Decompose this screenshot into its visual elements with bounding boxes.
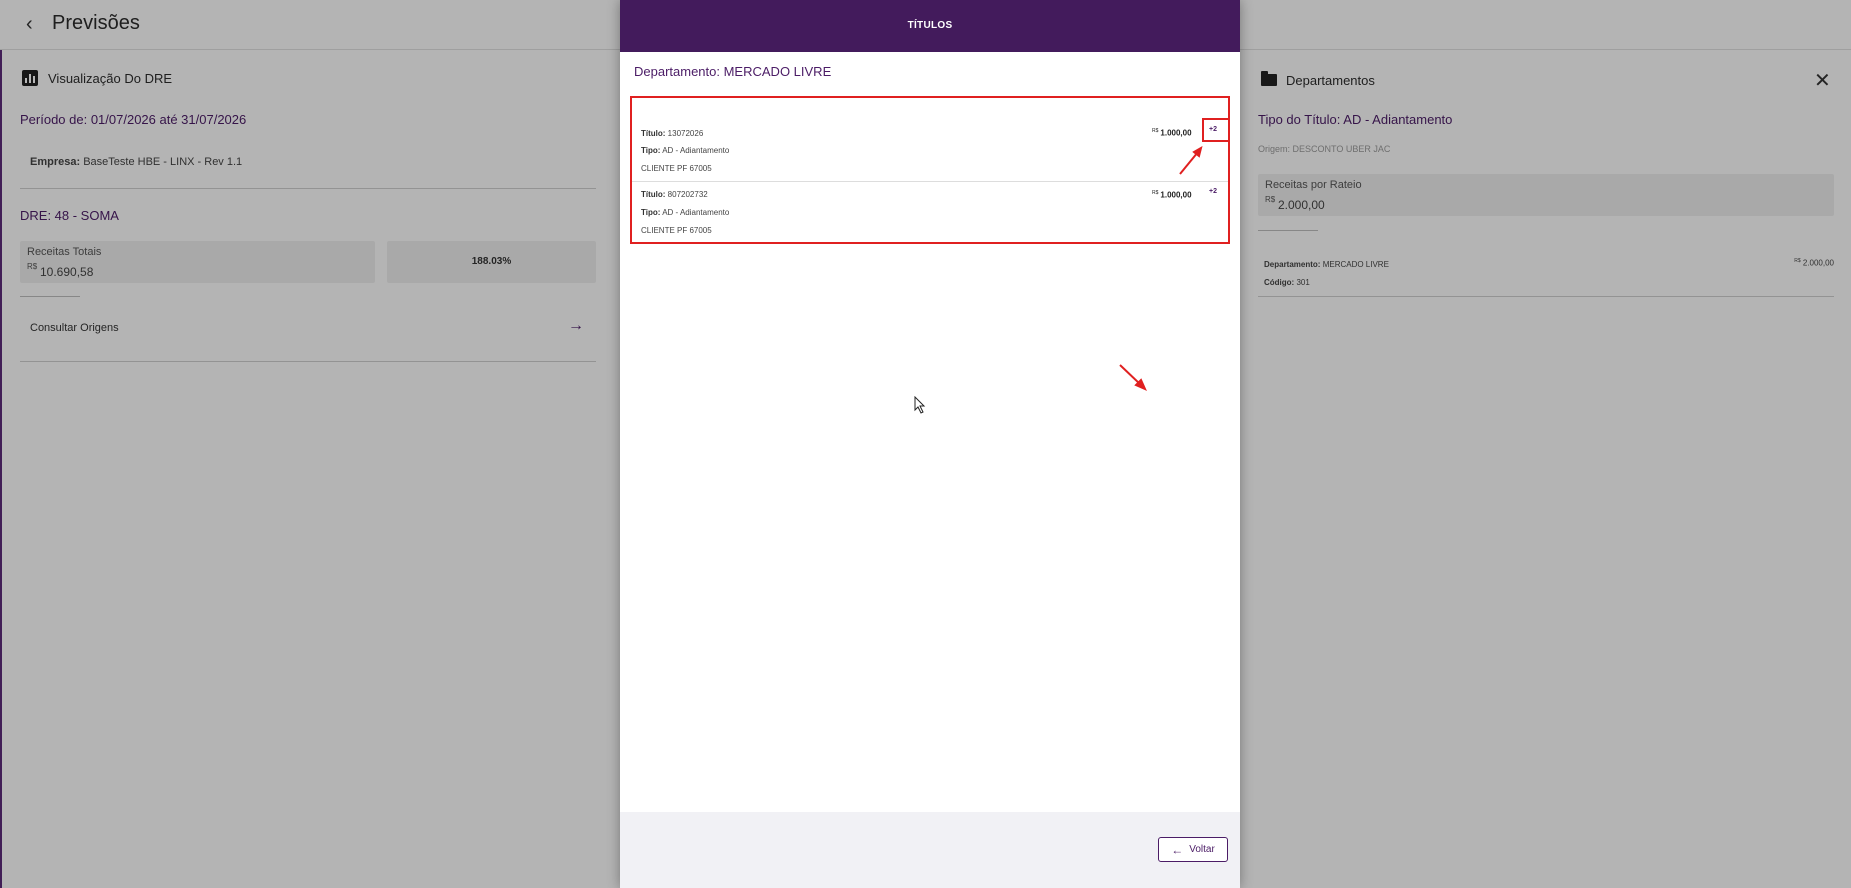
arrow-left-icon: ←	[1171, 842, 1184, 857]
list-item[interactable]: Título: 13072026 Tipo: AD - Adiantamento…	[632, 98, 1230, 182]
title-amount: R$ 1.000,00	[1152, 190, 1192, 200]
title-amount: R$ 1.000,00	[1152, 128, 1192, 138]
titles-list: Título: 13072026 Tipo: AD - Adiantamento…	[630, 96, 1230, 244]
client-name: CLIENTE PF 67005	[641, 226, 712, 235]
title-number: Título: 13072026	[641, 129, 704, 138]
back-button[interactable]: ← Voltar	[1158, 837, 1228, 862]
title-type: Tipo: AD - Adiantamento	[641, 146, 730, 155]
modal-footer: ← Voltar	[620, 812, 1240, 888]
expand-count-badge[interactable]: +2	[1209, 188, 1217, 195]
mouse-cursor-icon	[914, 396, 926, 414]
titles-modal: TÍTULOS Departamento: MERCADO LIVRE Títu…	[620, 0, 1240, 888]
title-number: Título: 807202732	[641, 190, 708, 199]
list-item[interactable]: Título: 807202732 Tipo: AD - Adiantament…	[632, 182, 1228, 244]
modal-department-title: Departamento: MERCADO LIVRE	[634, 64, 832, 79]
annotation-highlight-box	[1202, 118, 1230, 142]
title-type: Tipo: AD - Adiantamento	[641, 208, 730, 217]
client-name: CLIENTE PF 67005	[641, 164, 712, 173]
back-button-label: Voltar	[1189, 844, 1215, 855]
modal-title: TÍTULOS	[620, 0, 1240, 52]
